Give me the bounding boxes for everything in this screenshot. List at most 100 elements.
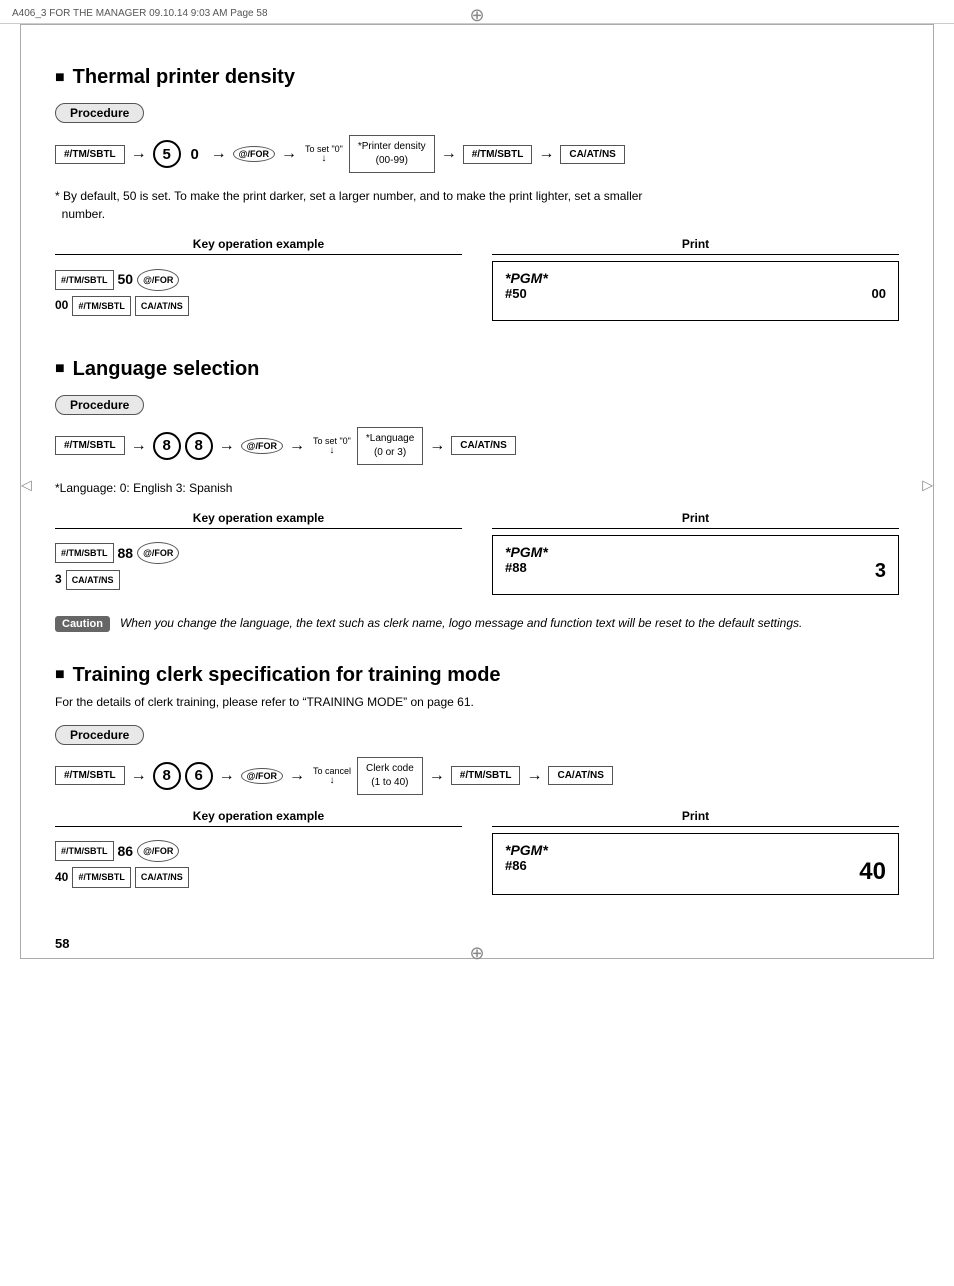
- s3-for-key: @/FOR: [241, 768, 283, 784]
- s1-arrow4: →: [439, 145, 459, 163]
- section2-print-line2: #88 3: [505, 560, 886, 583]
- section1-flow: #/TM/SBTL → 5 0 → @/FOR → To set "0" ↓ *…: [55, 135, 625, 173]
- section1-key-op-col: Key operation example #/TM/SBTL 50 @/FOR…: [55, 237, 462, 326]
- s3-op-40: 40: [55, 867, 68, 889]
- section1-key-op-area: #/TM/SBTL 50 @/FOR 00 #/TM/SBTL CA/AT/NS: [55, 261, 462, 326]
- section2-key-op-row2: 3 CA/AT/NS: [55, 569, 462, 591]
- section1-procedure-label: Procedure: [55, 103, 144, 123]
- s2-op-for: @/FOR: [137, 542, 179, 564]
- s1-arrow5: →: [536, 145, 556, 163]
- s3-arrow5: →: [524, 767, 544, 785]
- section3-key-op-header: Key operation example: [55, 809, 462, 827]
- s1-op-50: 50: [118, 267, 134, 292]
- section2-title: Language selection: [55, 358, 899, 381]
- s2-op-caatns: CA/AT/NS: [66, 570, 120, 590]
- section1-print-line2: #50 00: [505, 286, 886, 301]
- s1-circle0: 0: [185, 140, 205, 168]
- section3-key-op-row2: 40 #/TM/SBTL CA/AT/NS: [55, 867, 462, 889]
- s2-op-3: 3: [55, 569, 62, 591]
- s1-op-for: @/FOR: [137, 269, 179, 291]
- section2-print-area: *PGM* #88 3: [492, 535, 899, 595]
- s2-arrow3: →: [287, 437, 307, 455]
- section1-print-col: Print *PGM* #50 00: [492, 237, 899, 326]
- section-thermal-printer: Thermal printer density Procedure #/TM/S…: [55, 66, 899, 326]
- section1-print-hash50: #50: [505, 286, 527, 301]
- page: ⊕ ⊕ ◁ ▷ A406_3 FOR THE MANAGER 09.10.14 …: [0, 0, 954, 969]
- section2-note: *Language: 0: English 3: Spanish: [55, 479, 899, 497]
- caution-label: Caution: [55, 616, 110, 632]
- s3-circle8: 8: [153, 762, 181, 790]
- header-bar: A406_3 FOR THE MANAGER 09.10.14 9:03 AM …: [0, 8, 954, 24]
- s2-op-88: 88: [118, 541, 134, 566]
- page-number: 58: [55, 936, 69, 951]
- s1-key-tmsbtl1: #/TM/SBTL: [55, 145, 125, 164]
- s1-op-caatns: CA/AT/NS: [135, 296, 189, 316]
- s3-key-tmsbtl2: #/TM/SBTL: [451, 766, 521, 785]
- section3-print-col: Print *PGM* #86 40: [492, 809, 899, 898]
- s1-op-tmsbtl2: #/TM/SBTL: [72, 296, 131, 316]
- s1-circle5: 5: [153, 140, 181, 168]
- s3-clerk-box: Clerk code(1 to 40): [357, 757, 423, 795]
- s1-key-caatns: CA/AT/NS: [560, 145, 624, 164]
- section2-key-op-header: Key operation example: [55, 511, 462, 529]
- section1-print-header: Print: [492, 237, 899, 255]
- section2-print-line1: *PGM*: [505, 544, 886, 560]
- section3-flow: #/TM/SBTL → 8 6 → @/FOR → To cancel ↓ Cl…: [55, 757, 613, 795]
- section3-title: Training clerk specification for trainin…: [55, 664, 899, 687]
- s1-key-tmsbtl2: #/TM/SBTL: [463, 145, 533, 164]
- section2-caution: Caution When you change the language, th…: [55, 614, 899, 632]
- s2-for-key: @/FOR: [241, 438, 283, 454]
- s2-circle8b: 8: [185, 432, 213, 460]
- section3-print-area: *PGM* #86 40: [492, 833, 899, 895]
- section2-print-col: Print *PGM* #88 3: [492, 511, 899, 600]
- s2-arrow1: →: [129, 437, 149, 455]
- section2-print-hash88: #88: [505, 560, 527, 583]
- s3-down-arrow: ↓: [329, 776, 334, 786]
- section1-title: Thermal printer density: [55, 66, 899, 89]
- s3-key-tmsbtl1: #/TM/SBTL: [55, 766, 125, 785]
- section3-key-op-col: Key operation example #/TM/SBTL 86 @/FOR…: [55, 809, 462, 898]
- s1-down-arrow: ↓: [321, 154, 326, 164]
- s3-op-for: @/FOR: [137, 840, 179, 862]
- section3-key-op-row1: #/TM/SBTL 86 @/FOR: [55, 839, 462, 864]
- crosshair-bottom: ⊕: [469, 943, 484, 964]
- s3-circle6: 6: [185, 762, 213, 790]
- s3-op-tmsbtl2: #/TM/SBTL: [72, 867, 131, 887]
- section1-note: * By default, 50 is set. To make the pri…: [55, 187, 899, 223]
- s2-arrow4: →: [427, 437, 447, 455]
- s3-op-caatns: CA/AT/NS: [135, 867, 189, 887]
- s3-key-caatns: CA/AT/NS: [548, 766, 612, 785]
- s1-arrow1: →: [129, 145, 149, 163]
- s1-op-00: 00: [55, 295, 68, 317]
- header-text: A406_3 FOR THE MANAGER 09.10.14 9:03 AM …: [12, 8, 268, 19]
- section3-intro: For the details of clerk training, pleas…: [55, 693, 899, 711]
- section1-key-op-header: Key operation example: [55, 237, 462, 255]
- s1-arrow3: →: [279, 145, 299, 163]
- section1-examples: Key operation example #/TM/SBTL 50 @/FOR…: [55, 237, 899, 326]
- section2-procedure-label: Procedure: [55, 395, 144, 415]
- section-language: Language selection Procedure #/TM/SBTL →…: [55, 358, 899, 632]
- section3-print-line2: #86 40: [505, 858, 886, 886]
- crosshair-right: ▷: [922, 476, 933, 493]
- s1-for-key: @/FOR: [233, 146, 275, 162]
- section2-print-3: 3: [875, 560, 886, 583]
- s3-arrow3: →: [287, 767, 307, 785]
- s2-circle8a: 8: [153, 432, 181, 460]
- section3-examples: Key operation example #/TM/SBTL 86 @/FOR…: [55, 809, 899, 898]
- section1-print-line1: *PGM*: [505, 270, 886, 286]
- section-training: Training clerk specification for trainin…: [55, 664, 899, 898]
- section2-flow: #/TM/SBTL → 8 8 → @/FOR → To set "0" ↓ *…: [55, 427, 516, 465]
- section2-key-op-row1: #/TM/SBTL 88 @/FOR: [55, 541, 462, 566]
- section3-print-40: 40: [859, 858, 886, 886]
- section2-print-header: Print: [492, 511, 899, 529]
- s1-arrow2: →: [209, 145, 229, 163]
- section3-print-line1: *PGM*: [505, 842, 886, 858]
- s1-op-tmsbtl: #/TM/SBTL: [55, 270, 114, 290]
- section2-key-op-col: Key operation example #/TM/SBTL 88 @/FOR…: [55, 511, 462, 600]
- s3-arrow1: →: [129, 767, 149, 785]
- s3-arrow2: →: [217, 767, 237, 785]
- caution-text: When you change the language, the text s…: [120, 614, 802, 632]
- section3-procedure-label: Procedure: [55, 725, 144, 745]
- s2-key-caatns: CA/AT/NS: [451, 436, 515, 455]
- s2-lang-box: *Language(0 or 3): [357, 427, 423, 465]
